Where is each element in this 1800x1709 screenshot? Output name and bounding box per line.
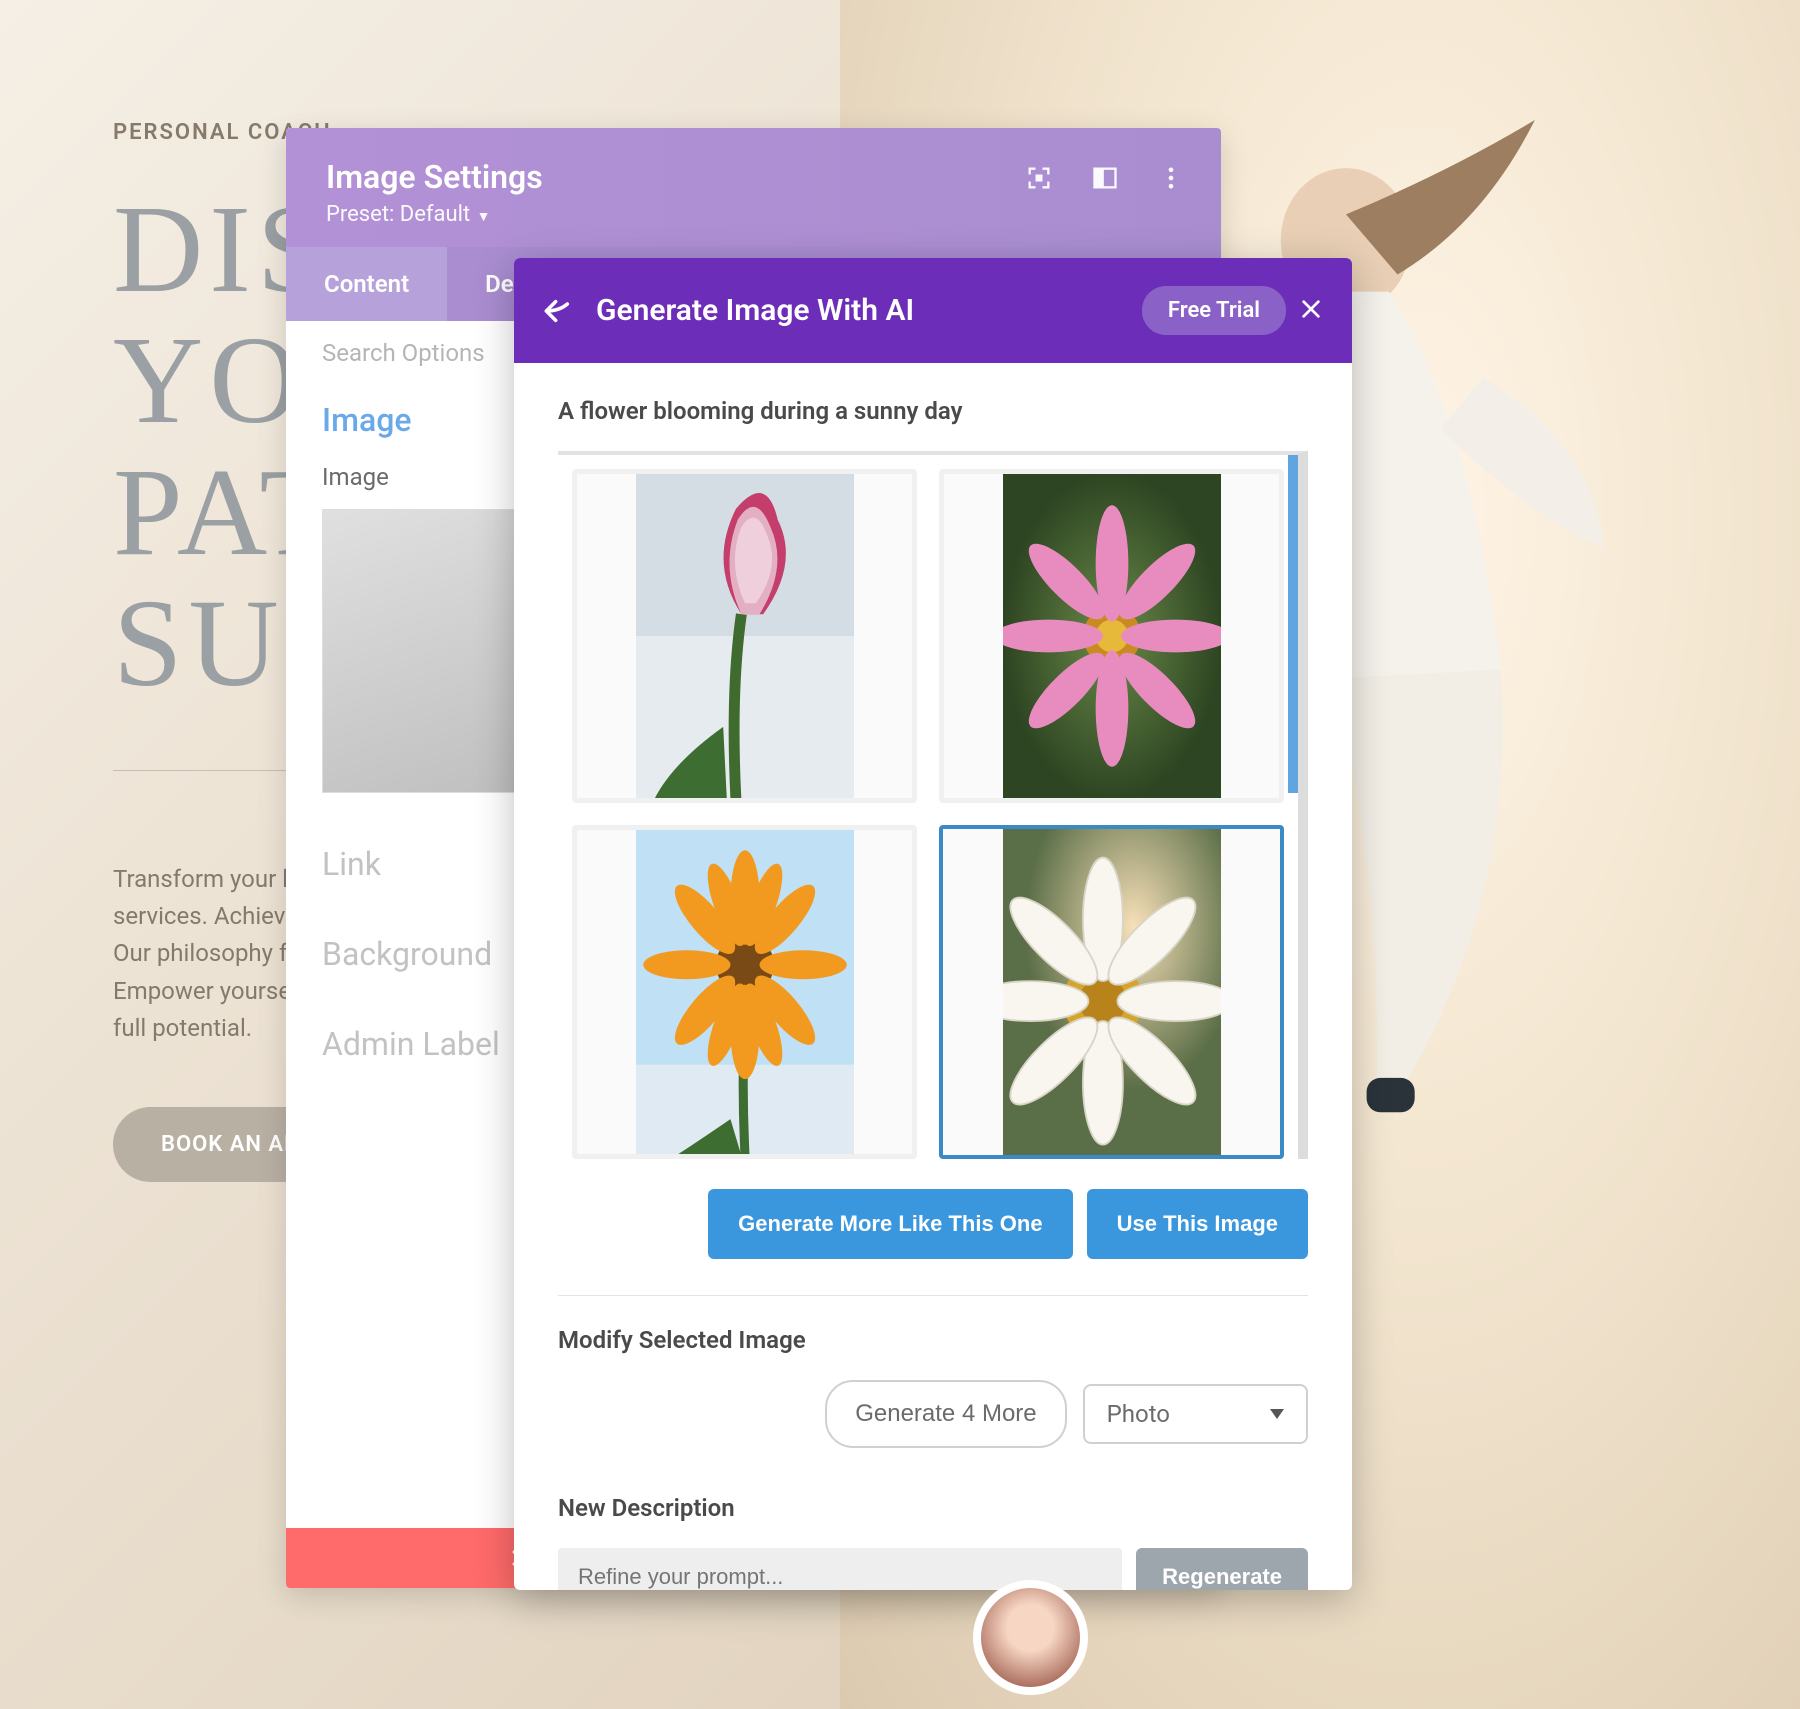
action-row: Generate More Like This One Use This Ima… — [558, 1189, 1308, 1259]
tab-content[interactable]: Content — [286, 247, 447, 321]
generate-more-like-button[interactable]: Generate More Like This One — [708, 1189, 1072, 1259]
more-icon[interactable] — [1157, 164, 1185, 196]
style-select-value: Photo — [1107, 1400, 1170, 1428]
description-row: Regenerate — [558, 1548, 1308, 1590]
chevron-down-icon — [1270, 1409, 1284, 1419]
modify-row: Generate 4 More Photo — [558, 1380, 1308, 1448]
generated-image-4-selected[interactable] — [939, 825, 1284, 1159]
generated-image-3[interactable] — [572, 825, 917, 1159]
gallery-scrollbar[interactable] — [1288, 455, 1298, 793]
user-avatar — [973, 1580, 1088, 1695]
gallery-wrap — [558, 451, 1308, 1159]
ai-modal-header: Generate Image With AI Free Trial — [514, 258, 1352, 363]
style-select[interactable]: Photo — [1083, 1384, 1308, 1444]
new-description-label: New Description — [558, 1494, 1308, 1522]
ai-modal-body: A flower blooming during a sunny day — [514, 363, 1352, 1590]
preset-dropdown[interactable]: Preset: Default ▼ — [326, 202, 1181, 227]
modify-selected-label: Modify Selected Image — [558, 1326, 1308, 1354]
back-arrow-icon[interactable] — [544, 299, 572, 323]
focus-icon[interactable] — [1025, 164, 1053, 196]
close-icon — [1300, 298, 1322, 320]
ai-modal-title: Generate Image With AI — [596, 293, 1142, 328]
close-button[interactable] — [1300, 298, 1322, 324]
caret-down-icon: ▼ — [473, 209, 490, 225]
image-gallery — [558, 455, 1298, 1159]
use-this-image-button[interactable]: Use This Image — [1087, 1189, 1308, 1259]
generated-image-2[interactable] — [939, 469, 1284, 803]
generate-image-ai-modal: Generate Image With AI Free Trial A flow… — [514, 258, 1352, 1590]
free-trial-badge[interactable]: Free Trial — [1142, 286, 1286, 335]
section-divider — [558, 1295, 1308, 1296]
split-view-icon[interactable] — [1091, 164, 1119, 196]
prompt-text: A flower blooming during a sunny day — [558, 397, 1308, 425]
regenerate-button[interactable]: Regenerate — [1136, 1548, 1308, 1590]
generate-4-more-button[interactable]: Generate 4 More — [825, 1380, 1066, 1448]
generated-image-1[interactable] — [572, 469, 917, 803]
